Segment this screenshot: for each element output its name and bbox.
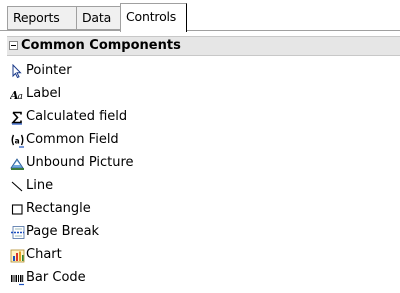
svg-text:a: a (18, 92, 23, 102)
toolbox-item-label: Chart (26, 247, 62, 262)
toolbox-item-common-field[interactable]: a Common Field (7, 129, 400, 152)
line-icon (11, 181, 23, 192)
toolbox-item-rectangle[interactable]: Rectangle (7, 198, 400, 221)
toolbox-item-page-break[interactable]: Page Break (7, 221, 400, 244)
toolbox-item-label: Calculated field (26, 109, 128, 124)
toolbox-item-label: Rectangle (26, 201, 91, 216)
tab-divider (0, 30, 400, 31)
sigma-icon (11, 111, 22, 125)
toolbox-item-label: Page Break (26, 224, 100, 239)
tab-data[interactable]: Data (76, 6, 121, 30)
toolbox-item-label: Unbound Picture (26, 155, 134, 170)
collapse-minus-icon[interactable] (9, 41, 18, 50)
group-label: Common Components (21, 38, 181, 53)
toolbox-item-pointer[interactable]: Pointer (7, 60, 400, 83)
toolbox-item-label: Common Field (26, 132, 119, 147)
barcode-icon (11, 275, 24, 286)
chart-icon (10, 249, 25, 263)
toolbox-item-label: Line (26, 178, 54, 193)
toolbox-item-label: Pointer (26, 63, 72, 78)
toolbox-item-unbound-picture[interactable]: Unbound Picture (7, 152, 400, 175)
toolbox-item-chart[interactable]: Chart (7, 244, 400, 267)
toolbox-items: Pointer A a Label Calculated field a Com… (7, 60, 400, 290)
svg-text:a: a (15, 137, 20, 146)
label-aa-icon: A a (10, 89, 23, 102)
toolbox-item-label[interactable]: A a Label (7, 83, 400, 106)
controls-toolbox: Common Components Pointer A a Label Calc… (7, 32, 400, 293)
toolbox-item-line[interactable]: Line (7, 175, 400, 198)
pointer-arrow-icon (12, 64, 22, 79)
page-break-icon (11, 226, 25, 239)
common-field-icon: a (11, 134, 24, 148)
tab-reports[interactable]: Reports (7, 6, 77, 30)
picture-icon (10, 158, 24, 170)
toolbox-item-calculated-field[interactable]: Calculated field (7, 106, 400, 129)
group-header-common-components[interactable]: Common Components (7, 36, 400, 56)
toolbox-item-label: Bar Code (26, 270, 86, 285)
rectangle-icon (11, 204, 23, 215)
toolbox-item-label-text: Label (26, 86, 62, 101)
tab-bar: Reports Data Controls (0, 0, 400, 32)
tab-controls[interactable]: Controls (120, 3, 187, 32)
toolbox-item-bar-code[interactable]: Bar Code (7, 267, 400, 290)
